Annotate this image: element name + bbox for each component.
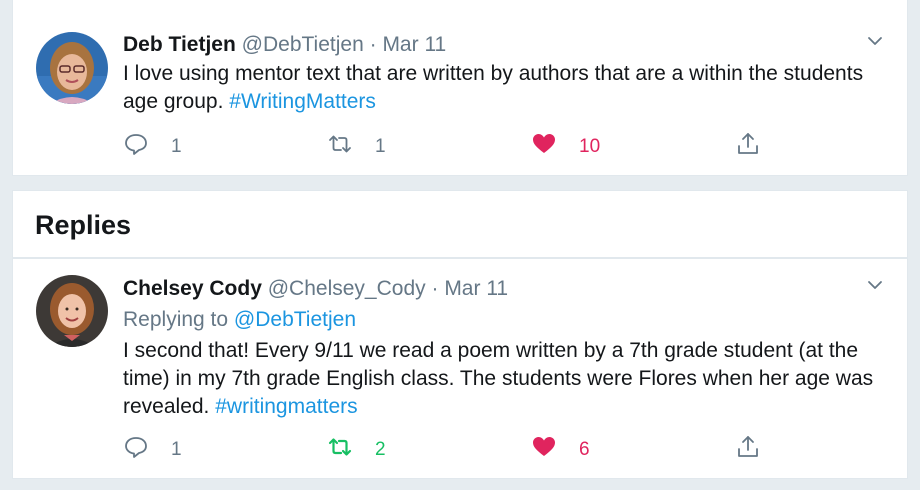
separator-dot: · bbox=[431, 277, 439, 300]
tweet-header: Deb Tietjen @DebTietjen · Mar 11 bbox=[123, 32, 446, 58]
user-handle[interactable]: @DebTietjen bbox=[242, 33, 364, 56]
chevron-down-icon[interactable] bbox=[867, 277, 883, 293]
replying-to-handle[interactable]: @DebTietjen bbox=[234, 308, 356, 331]
retweet-icon bbox=[327, 131, 353, 163]
display-name[interactable]: Chelsey Cody bbox=[123, 277, 262, 300]
tweet-date[interactable]: Mar 11 bbox=[382, 33, 446, 56]
reply-count: 1 bbox=[171, 439, 182, 460]
replying-to-label: Replying to bbox=[123, 308, 229, 331]
reply-icon bbox=[123, 131, 149, 163]
tweet-deb[interactable]: Deb Tietjen @DebTietjen · Mar 11 I love … bbox=[12, 0, 908, 176]
hashtag-link[interactable]: #WritingMatters bbox=[229, 90, 376, 113]
tweet-actions: 1 2 6 bbox=[123, 435, 783, 465]
reply-count: 1 bbox=[171, 136, 182, 157]
retweet-count: 1 bbox=[375, 136, 386, 157]
display-name[interactable]: Deb Tietjen bbox=[123, 33, 236, 56]
share-button[interactable] bbox=[735, 132, 761, 162]
tweet-date[interactable]: Mar 11 bbox=[444, 277, 508, 300]
tweet-text: I second that! Every 9/11 we read a poem… bbox=[123, 337, 893, 421]
separator-dot: · bbox=[369, 33, 377, 56]
share-icon bbox=[735, 131, 761, 163]
avatar[interactable] bbox=[36, 275, 108, 347]
tweet-text: I love using mentor text that are writte… bbox=[123, 60, 893, 116]
reply-button[interactable]: 1 bbox=[123, 435, 182, 465]
timeline-column: Deb Tietjen @DebTietjen · Mar 11 I love … bbox=[12, 0, 908, 490]
reply-button[interactable]: 1 bbox=[123, 132, 182, 162]
share-icon bbox=[735, 434, 761, 466]
like-count: 10 bbox=[579, 136, 601, 157]
like-count: 6 bbox=[579, 439, 590, 460]
replies-section-header: Replies bbox=[12, 190, 908, 258]
heart-icon bbox=[531, 131, 557, 163]
tweet-header: Chelsey Cody @Chelsey_Cody · Mar 11 bbox=[123, 276, 508, 302]
share-button[interactable] bbox=[735, 435, 761, 465]
tweet-chelsey[interactable]: Chelsey Cody @Chelsey_Cody · Mar 11 Repl… bbox=[12, 258, 908, 479]
chevron-down-icon[interactable] bbox=[867, 33, 883, 49]
tweet-actions: 1 1 10 bbox=[123, 132, 783, 162]
replies-heading: Replies bbox=[35, 210, 132, 240]
like-button[interactable]: 6 bbox=[531, 435, 590, 465]
avatar[interactable] bbox=[36, 32, 108, 104]
user-handle[interactable]: @Chelsey_Cody bbox=[268, 277, 426, 300]
reply-icon bbox=[123, 434, 149, 466]
replying-to: Replying to @DebTietjen bbox=[123, 307, 356, 333]
heart-icon bbox=[531, 434, 557, 466]
retweet-button[interactable]: 1 bbox=[327, 132, 386, 162]
retweet-count: 2 bbox=[375, 439, 386, 460]
hashtag-link[interactable]: #writingmatters bbox=[215, 395, 357, 418]
like-button[interactable]: 10 bbox=[531, 132, 600, 162]
retweet-icon bbox=[327, 434, 353, 466]
retweet-button[interactable]: 2 bbox=[327, 435, 386, 465]
